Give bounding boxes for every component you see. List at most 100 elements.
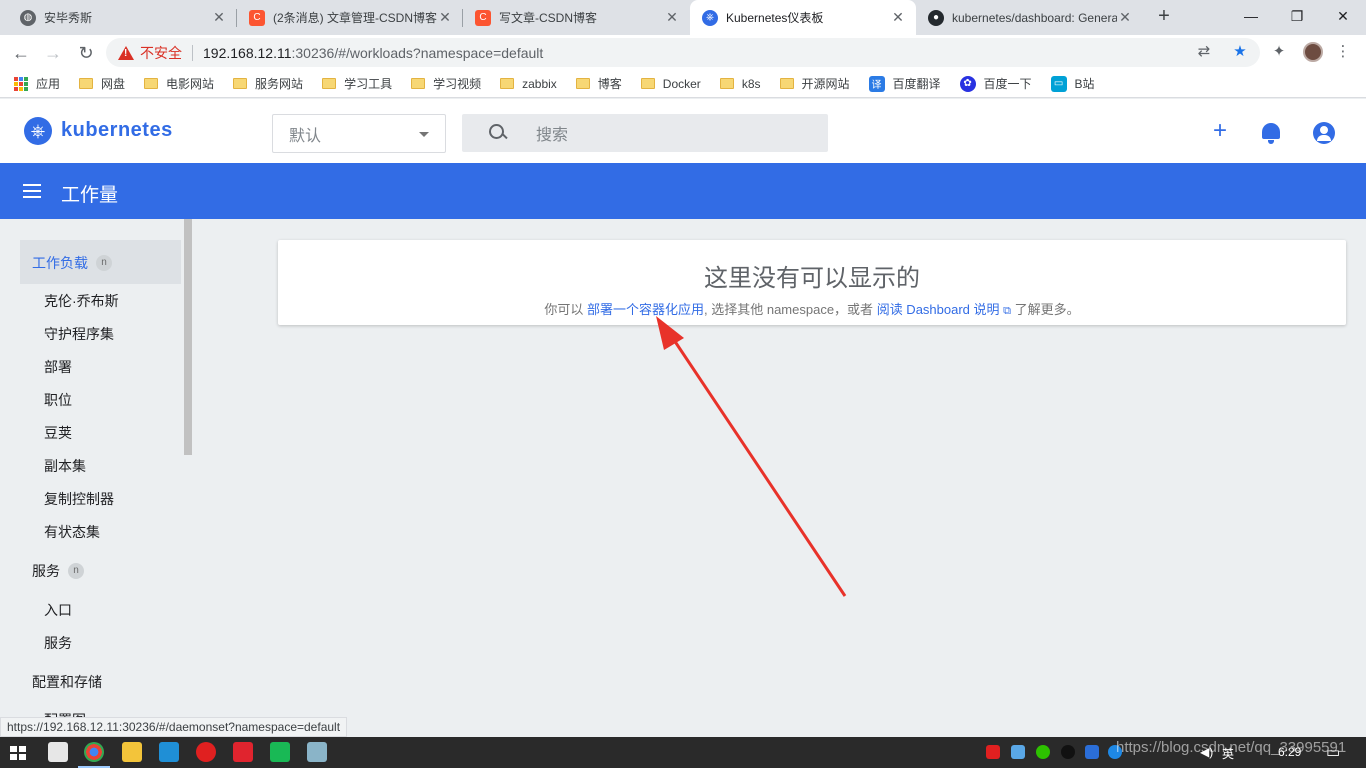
shield-icon[interactable] xyxy=(1085,745,1099,759)
bookmark-baidu-translate[interactable]: 译百度翻译 xyxy=(868,75,941,92)
minimize-button[interactable]: — xyxy=(1228,0,1274,35)
bookmark-star-icon[interactable]: ★ xyxy=(1230,42,1250,62)
taskbar-app-icon[interactable] xyxy=(48,742,68,762)
docs-link[interactable]: 阅读 Dashboard 说明 xyxy=(877,302,1000,317)
tab-title: 安毕秀斯 xyxy=(44,11,93,25)
arrow-shaft xyxy=(664,327,847,597)
browser-tab[interactable]: C (2条消息) 文章管理-CSDN博客 ✕ xyxy=(237,0,463,35)
bookmark-folder[interactable]: 开源网站 xyxy=(779,75,850,92)
empty-state-heading: 这里没有可以显示的 xyxy=(704,265,920,292)
sidebar-item-replication-controllers[interactable]: 复制控制器 xyxy=(44,489,114,509)
bookmark-folder[interactable]: 服务网站 xyxy=(233,75,303,92)
close-icon[interactable]: ✕ xyxy=(437,9,453,26)
bookmark-label: 学习工具 xyxy=(344,77,393,91)
wechat-icon[interactable] xyxy=(1036,745,1050,759)
address-bar[interactable]: 不安全 192.168.12.11:30236/#/workloads?name… xyxy=(106,38,1260,67)
notifications-bell-icon[interactable] xyxy=(1262,123,1280,144)
forward-button[interactable]: → xyxy=(40,40,66,66)
close-icon[interactable]: ✕ xyxy=(1117,9,1133,26)
folder-icon xyxy=(500,78,515,89)
csdn-icon: C xyxy=(249,9,265,26)
tray-app-icon[interactable] xyxy=(986,745,1000,759)
security-label[interactable]: 不安全 xyxy=(140,43,182,63)
kubernetes-logo-icon[interactable]: ⎈ xyxy=(24,117,52,145)
bookmark-apps[interactable]: 应用 xyxy=(14,75,60,92)
folder-icon xyxy=(322,78,337,89)
browser-tab-active[interactable]: ⎈ Kubernetes仪表板 ✕ xyxy=(690,0,916,35)
folder-icon xyxy=(575,78,590,89)
folder-icon xyxy=(411,78,426,89)
taskbar-app-icon[interactable] xyxy=(196,742,216,762)
profile-avatar[interactable] xyxy=(1303,42,1323,62)
extensions-puzzle-icon[interactable]: ✦ xyxy=(1268,41,1290,63)
sidebar-item-replicasets[interactable]: 副本集 xyxy=(44,456,86,476)
bookmark-folder[interactable]: k8s xyxy=(719,77,761,91)
status-url-preview: https://192.168.12.11:30236/#/daemonset?… xyxy=(0,717,348,737)
bookmark-baidu[interactable]: ✿ 百度一下 xyxy=(959,75,1032,92)
sidebar-section-config-storage[interactable]: 配置和存储 xyxy=(32,672,102,692)
search-input[interactable]: 搜索 xyxy=(462,114,828,152)
sidebar-item-cronjobs[interactable]: 克伦·乔布斯 xyxy=(44,291,119,311)
translate-icon[interactable]: ⇄ xyxy=(1194,42,1214,62)
bookmark-folder[interactable]: 网盘 xyxy=(79,75,125,92)
browser-tab[interactable]: C 写文章-CSDN博客 ✕ xyxy=(463,0,690,35)
sidebar-section-workloads[interactable]: 工作负载 n xyxy=(32,253,112,273)
bilibili-tv-icon: ▭ xyxy=(1050,75,1067,92)
bookmark-folder[interactable]: Docker xyxy=(640,77,701,91)
app-header: ⎈ kubernetes 默认 搜索 + xyxy=(0,99,1366,163)
namespace-select[interactable]: 默认 xyxy=(272,114,446,153)
sidebar-section-services[interactable]: 服务 n xyxy=(32,561,84,581)
menu-kebab-icon[interactable]: ⋮ xyxy=(1332,41,1354,63)
folder-icon xyxy=(719,78,734,89)
browser-tab[interactable]: ● kubernetes/dashboard: General ✕ xyxy=(916,0,1143,35)
sidebar-item-statefulsets[interactable]: 有状态集 xyxy=(44,522,100,542)
taskbar-app-icon[interactable] xyxy=(233,742,253,762)
close-icon[interactable]: ✕ xyxy=(890,9,906,26)
windows-start-icon[interactable] xyxy=(10,746,26,760)
warning-icon xyxy=(118,45,134,60)
close-icon[interactable]: ✕ xyxy=(664,9,680,26)
app-name[interactable]: kubernetes xyxy=(61,119,173,142)
sidebar-item-jobs[interactable]: 职位 xyxy=(44,390,72,410)
tab-title: (2条消息) 文章管理-CSDN博客 xyxy=(273,11,437,25)
sidebar-scrollbar[interactable] xyxy=(184,219,192,455)
translate-icon: 译 xyxy=(868,75,885,92)
folder-icon xyxy=(640,78,655,89)
bookmark-folder[interactable]: 电影网站 xyxy=(144,75,214,92)
reload-button[interactable]: ↻ xyxy=(73,40,99,66)
sidebar-item-pods[interactable]: 豆荚 xyxy=(44,423,72,443)
search-placeholder: 搜索 xyxy=(536,127,569,144)
sidebar-item-deployments[interactable]: 部署 xyxy=(44,357,72,377)
close-icon[interactable]: ✕ xyxy=(211,9,227,26)
sidebar-item-ingresses[interactable]: 入口 xyxy=(44,600,72,620)
bookmark-bilibili[interactable]: ▭ B站 xyxy=(1050,75,1095,92)
create-plus-icon[interactable]: + xyxy=(1208,119,1232,143)
bookmark-label: 百度翻译 xyxy=(892,77,941,91)
new-tab-button[interactable]: + xyxy=(1152,5,1176,29)
baidu-paw-icon: ✿ xyxy=(959,75,976,92)
tray-app-icon[interactable] xyxy=(1011,745,1025,759)
arrow-head xyxy=(656,316,684,350)
browser-tab[interactable]: ◍ 安毕秀斯 ✕ xyxy=(8,0,237,35)
terminal-app-icon[interactable] xyxy=(270,742,290,762)
notepad-icon[interactable] xyxy=(307,742,327,762)
account-icon[interactable] xyxy=(1313,122,1335,144)
file-explorer-icon[interactable] xyxy=(122,742,142,762)
text-suffix: 了解更多。 xyxy=(1014,302,1080,317)
back-button[interactable]: ← xyxy=(8,40,34,66)
restore-button[interactable]: ❐ xyxy=(1274,0,1320,35)
bookmark-folder[interactable]: 学习工具 xyxy=(322,75,392,92)
bookmark-folder[interactable]: 学习视频 xyxy=(411,75,481,92)
chrome-icon[interactable] xyxy=(84,742,104,762)
window-close-button[interactable]: ✕ xyxy=(1320,0,1366,35)
browser-toolbar: ← → ↻ 不安全 192.168.12.11:30236/#/workload… xyxy=(0,35,1366,70)
menu-hamburger-icon[interactable] xyxy=(23,184,41,198)
qq-icon[interactable] xyxy=(1061,745,1075,759)
sidebar-item-daemonsets[interactable]: 守护程序集 xyxy=(44,324,114,344)
csdn-icon: C xyxy=(475,9,491,26)
sidebar-item-services[interactable]: 服务 xyxy=(44,633,72,653)
tab-title: 写文章-CSDN博客 xyxy=(499,11,597,25)
taskbar-app-icon[interactable] xyxy=(159,742,179,762)
bookmark-folder[interactable]: 博客 xyxy=(575,75,622,92)
bookmark-folder[interactable]: zabbix xyxy=(500,77,557,91)
